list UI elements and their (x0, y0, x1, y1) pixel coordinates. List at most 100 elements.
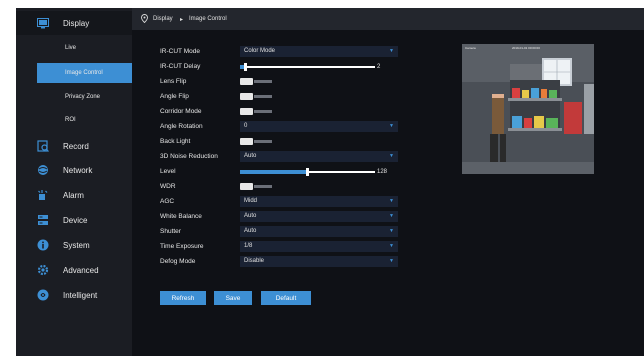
app-window: Display Live Image Control Privacy Zone … (16, 8, 644, 356)
camera-preview: Camera 2019-01-01 00:00:00 (462, 44, 594, 174)
agc-select[interactable]: Midd ▼ (240, 196, 398, 207)
chevron-down-icon: ▼ (389, 258, 394, 264)
chevron-down-icon: ▼ (389, 228, 394, 234)
sidebar-item-label: Display (63, 18, 90, 28)
chevron-down-icon: ▼ (389, 198, 394, 204)
intelligent-icon (37, 289, 49, 301)
noise-reduction-value: Auto (244, 153, 257, 159)
lens-flip-row: Lens Flip (132, 76, 432, 88)
ircut-delay-value: 2 (377, 64, 381, 70)
angle-rotation-label: Angle Rotation (160, 123, 203, 130)
corridor-mode-toggle[interactable] (240, 108, 272, 115)
white-balance-select[interactable]: Auto ▼ (240, 211, 398, 222)
sidebar: Display Live Image Control Privacy Zone … (16, 8, 132, 356)
toggle-knob (240, 93, 253, 100)
sidebar-subitem-label: ROI (65, 117, 76, 123)
sidebar-item-label: Advanced (63, 265, 99, 275)
sidebar-subitem-label: Image Control (65, 70, 103, 76)
location-pin-icon (141, 14, 148, 25)
time-exposure-select[interactable]: 1/8 ▼ (240, 241, 398, 252)
chevron-down-icon: ▼ (389, 213, 394, 219)
shutter-label: Shutter (160, 228, 181, 235)
wdr-toggle[interactable] (240, 183, 272, 190)
alarm-icon (37, 189, 49, 201)
record-icon (37, 140, 49, 152)
back-light-label: Back Light (160, 138, 191, 145)
sidebar-item-advanced[interactable]: Advanced (16, 258, 132, 282)
refresh-button[interactable]: Refresh (160, 291, 206, 305)
toggle-track (254, 185, 272, 188)
toggle-track (254, 95, 272, 98)
slider-fill (240, 170, 307, 174)
sidebar-subitem-label: Privacy Zone (65, 94, 101, 100)
sidebar-item-network[interactable]: Network (16, 158, 132, 182)
camera-preview-image (462, 44, 594, 174)
ircut-mode-label: IR-CUT Mode (160, 48, 200, 55)
white-balance-value: Auto (244, 213, 257, 219)
sidebar-item-system[interactable]: System (16, 233, 132, 257)
default-button[interactable]: Default (261, 291, 311, 305)
sidebar-item-display[interactable]: Display (16, 11, 132, 35)
sidebar-subitem-label: Live (65, 45, 77, 51)
ircut-delay-label: IR-CUT Delay (160, 63, 201, 70)
chevron-down-icon: ▼ (389, 153, 394, 159)
slider-thumb[interactable] (244, 63, 247, 71)
defog-mode-select[interactable]: Disable ▼ (240, 256, 398, 267)
slider-track (240, 66, 375, 68)
time-exposure-row: Time Exposure 1/8 ▼ (132, 241, 432, 253)
sidebar-subitem-image-control[interactable]: Image Control (37, 63, 132, 83)
defog-mode-row: Defog Mode Disable ▼ (132, 256, 432, 268)
lens-flip-toggle[interactable] (240, 78, 272, 85)
defog-mode-label: Defog Mode (160, 258, 196, 265)
defog-mode-value: Disable (244, 258, 265, 264)
gear-icon (37, 264, 49, 276)
sidebar-item-device[interactable]: Device (16, 208, 132, 232)
agc-value: Midd (244, 198, 258, 204)
slider-thumb[interactable] (306, 168, 309, 176)
wdr-label: WDR (160, 183, 176, 190)
sidebar-item-alarm[interactable]: Alarm (16, 183, 132, 207)
sidebar-item-label: Record (63, 141, 89, 151)
shutter-value: Auto (244, 228, 257, 234)
breadcrumb-root[interactable]: Display (153, 16, 173, 22)
osd-channel-label: Camera (465, 46, 476, 50)
noise-reduction-select[interactable]: Auto ▼ (240, 151, 398, 162)
ircut-delay-slider[interactable]: 2 (240, 61, 390, 73)
osd-timestamp: 2019-01-01 00:00:00 (512, 46, 540, 50)
toggle-knob (240, 183, 253, 190)
ircut-mode-row: IR-CUT Mode Color Mode ▼ (132, 46, 432, 58)
sidebar-item-record[interactable]: Record (16, 134, 132, 158)
wdr-row: WDR (132, 181, 432, 193)
sidebar-item-label: Network (63, 165, 93, 175)
angle-flip-toggle[interactable] (240, 93, 272, 100)
back-light-row: Back Light (132, 136, 432, 148)
corridor-mode-label: Corridor Mode (160, 108, 202, 115)
toggle-knob (240, 78, 253, 85)
save-button[interactable]: Save (214, 291, 252, 305)
level-slider[interactable]: 128 (240, 166, 390, 178)
shutter-select[interactable]: Auto ▼ (240, 226, 398, 237)
sidebar-subitem-privacy-zone[interactable]: Privacy Zone (16, 87, 132, 107)
toggle-track (254, 110, 272, 113)
level-value: 128 (377, 169, 388, 175)
back-light-toggle[interactable] (240, 138, 272, 145)
sidebar-item-label: Device (63, 215, 88, 225)
sidebar-subitem-live[interactable]: Live (16, 38, 132, 58)
agc-label: AGC (160, 198, 175, 205)
sidebar-item-intelligent[interactable]: Intelligent (16, 283, 132, 307)
chevron-down-icon: ▼ (389, 48, 394, 54)
noise-reduction-row: 3D Noise Reduction Auto ▼ (132, 151, 432, 163)
main-panel: Display ▸ Image Control IR-CUT Mode Colo… (132, 8, 644, 356)
agc-row: AGC Midd ▼ (132, 196, 432, 208)
lens-flip-label: Lens Flip (160, 78, 187, 85)
shutter-row: Shutter Auto ▼ (132, 226, 432, 238)
sidebar-item-label: System (63, 240, 90, 250)
chevron-down-icon: ▼ (389, 243, 394, 249)
ircut-mode-select[interactable]: Color Mode ▼ (240, 46, 398, 57)
display-icon (37, 17, 49, 29)
angle-rotation-select[interactable]: 0 ▼ (240, 121, 398, 132)
angle-flip-label: Angle Flip (160, 93, 189, 100)
sidebar-subitem-roi[interactable]: ROI (16, 110, 132, 130)
breadcrumb-separator-icon: ▸ (180, 16, 184, 23)
angle-rotation-row: Angle Rotation 0 ▼ (132, 121, 432, 133)
